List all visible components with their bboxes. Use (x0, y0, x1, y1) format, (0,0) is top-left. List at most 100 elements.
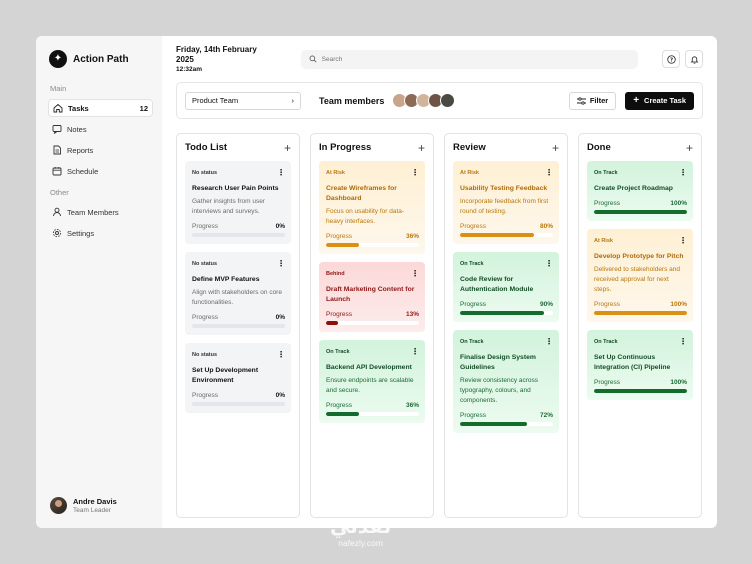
sidebar-item-settings[interactable]: Settings (48, 224, 153, 242)
progress-label: Progress (326, 233, 353, 240)
task-card[interactable]: On Track ⋮ Code Review for Authentication … (453, 252, 559, 322)
more-vertical-icon[interactable]: ⋮ (545, 338, 553, 346)
status-badge: No status (192, 352, 218, 358)
sidebar-item-tasks[interactable]: Tasks 12 (48, 99, 153, 117)
section-label-other: Other (50, 188, 69, 197)
search-icon (309, 55, 317, 63)
task-card[interactable]: No status ⋮ Set Up Development Environment… (185, 343, 291, 413)
task-title: Code Review for Authentication Module (460, 276, 534, 293)
status-badge: At Risk (460, 170, 479, 176)
add-task-plus-icon[interactable]: + (552, 142, 559, 154)
progress-fill (594, 311, 687, 315)
search-bar[interactable] (300, 49, 639, 69)
more-vertical-icon[interactable]: ⋮ (277, 169, 285, 177)
watermark: نفذلي nafezly.com (330, 516, 391, 548)
progress-bar (594, 389, 687, 393)
task-card[interactable]: No status ⋮ Research User Pain Points Gathe… (185, 161, 291, 244)
task-card[interactable]: On Track ⋮ Create Project Roadmap Progress 1… (587, 161, 693, 221)
help-button[interactable]: ? (662, 50, 681, 68)
search-input[interactable] (321, 55, 602, 63)
avatar (440, 93, 456, 108)
more-vertical-icon[interactable]: ⋮ (545, 260, 553, 268)
sidebar-item-reports[interactable]: Reports (48, 141, 153, 159)
task-card[interactable]: Behind ⋮ Draft Marketing Content for Launc… (319, 262, 425, 332)
progress-bar (326, 243, 419, 247)
column-done: Done + On Track ⋮ Create Project Roadmap Prog… (578, 133, 702, 518)
progress-label: Progress (192, 392, 219, 399)
add-task-plus-icon[interactable]: + (686, 142, 693, 154)
progress-label: Progress (326, 311, 353, 318)
more-vertical-icon[interactable]: ⋮ (277, 260, 285, 268)
progress-bar (460, 422, 553, 426)
task-card[interactable]: On Track ⋮ Set Up Continuous Integration (… (587, 330, 693, 400)
more-vertical-icon[interactable]: ⋮ (411, 169, 419, 177)
progress-value: 100% (670, 200, 687, 207)
add-task-plus-icon[interactable]: + (418, 142, 425, 154)
task-card[interactable]: No status ⋮ Define MVP Features Align with … (185, 252, 291, 335)
main-content: Friday, 14th February 2025 12:32am ? Pro… (162, 36, 717, 528)
progress-bar (594, 311, 687, 315)
more-vertical-icon[interactable]: ⋮ (545, 169, 553, 177)
progress-value: 100% (670, 301, 687, 308)
progress-fill (460, 422, 527, 426)
progress-fill (594, 389, 687, 393)
progress-value: 0% (275, 392, 285, 399)
more-vertical-icon[interactable]: ⋮ (679, 169, 687, 177)
team-avatars[interactable] (392, 93, 456, 108)
team-select[interactable]: Product Team › (185, 91, 301, 110)
progress-value: 90% (539, 301, 553, 308)
task-description: Incorporate feedback from first round of… (460, 198, 549, 215)
column-review: Review + At Risk ⋮ Usability Testing Feedbac… (444, 133, 568, 518)
notifications-button[interactable] (685, 50, 703, 68)
progress-bar (460, 311, 553, 315)
sidebar-item-team-members[interactable]: Team Members (48, 203, 153, 221)
progress-value: 0% (275, 223, 285, 230)
sidebar-item-label: Schedule (67, 166, 99, 176)
task-description: Focus on usability for data-heavy interf… (326, 208, 405, 225)
progress-label: Progress (192, 223, 219, 230)
add-task-plus-icon[interactable]: + (284, 142, 291, 154)
task-card[interactable]: At Risk ⋮ Usability Testing Feedback Incorp… (453, 161, 559, 244)
progress-fill (326, 321, 339, 325)
sidebar-item-notes[interactable]: Notes (48, 120, 153, 138)
task-card[interactable]: At Risk ⋮ Develop Prototype for Pitch Deliv… (587, 229, 693, 322)
task-card[interactable]: On Track ⋮ Finalise Design System Guidelin… (453, 330, 559, 433)
sidebar-item-label: Settings (67, 228, 95, 238)
progress-label: Progress (326, 402, 353, 409)
sidebar-item-label: Team Members (67, 207, 119, 217)
board-toolbar: Product Team › Team members Filter + Cre… (176, 82, 703, 119)
progress-bar (192, 324, 285, 328)
brand-title: Action Path (73, 53, 129, 65)
progress-label: Progress (594, 379, 621, 386)
brand[interactable]: ✦ Action Path (49, 50, 153, 68)
task-card[interactable]: On Track ⋮ Backend API Development Ensure e… (319, 340, 425, 423)
user-profile[interactable]: Andre Davis Team Leader (50, 497, 117, 514)
notes-icon (52, 124, 62, 134)
progress-fill (594, 210, 687, 214)
more-vertical-icon[interactable]: ⋮ (679, 338, 687, 346)
status-badge: On Track (460, 261, 484, 267)
user-icon (52, 207, 62, 217)
help-icon: ? (666, 54, 676, 64)
task-title: Usability Testing Feedback (460, 185, 548, 192)
status-badge: On Track (460, 339, 484, 345)
more-vertical-icon[interactable]: ⋮ (679, 237, 687, 245)
more-vertical-icon[interactable]: ⋮ (411, 348, 419, 356)
progress-fill (326, 412, 360, 416)
more-vertical-icon[interactable]: ⋮ (277, 351, 285, 359)
progress-label: Progress (192, 314, 219, 321)
status-badge: At Risk (594, 238, 613, 244)
filter-button[interactable]: Filter (568, 91, 617, 110)
task-title: Backend API Development (326, 364, 412, 371)
task-title: Set Up Continuous Integration (CI) Pipel… (594, 354, 671, 371)
create-task-button[interactable]: + Create Task (625, 91, 694, 110)
more-vertical-icon[interactable]: ⋮ (411, 270, 419, 278)
column-header: Review + (453, 142, 559, 154)
top-bar: Friday, 14th February 2025 12:32am ? (176, 45, 703, 73)
calendar-icon (52, 166, 62, 176)
home-icon (53, 103, 63, 113)
sidebar-item-schedule[interactable]: Schedule (48, 162, 153, 180)
task-title: Create Wireframes for Dashboard (326, 185, 397, 202)
task-title: Define MVP Features (192, 276, 260, 283)
task-card[interactable]: At Risk ⋮ Create Wireframes for Dashboard F… (319, 161, 425, 254)
